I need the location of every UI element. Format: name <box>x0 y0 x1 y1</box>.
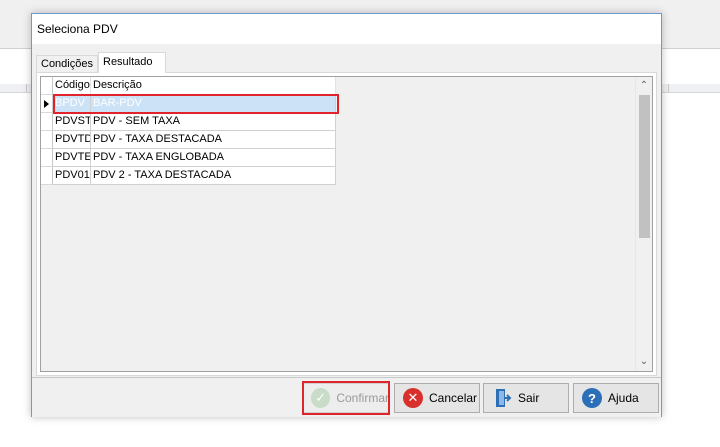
tab-page-resultado: Código Descrição BPDV BAR-PDV PDVST PDV … <box>36 72 657 376</box>
column-header-descricao[interactable]: Descrição <box>91 77 336 95</box>
dialog-titlebar: Seleciona PDV <box>32 14 661 44</box>
table-row[interactable]: PDVST PDV - SEM TAXA <box>41 113 336 131</box>
dialog-title: Seleciona PDV <box>37 22 118 36</box>
exit-button-label: Sair <box>518 391 540 405</box>
column-header-codigo[interactable]: Código <box>53 77 91 95</box>
results-grid: Código Descrição BPDV BAR-PDV PDVST PDV … <box>40 76 653 372</box>
cancel-button[interactable]: ✕ Cancelar <box>394 383 480 413</box>
cell-description[interactable]: PDV 2 - TAXA DESTACADA <box>91 167 336 185</box>
selected-row-highlight <box>53 94 339 114</box>
cell-code[interactable]: PDVTE <box>53 149 91 167</box>
selecionar-pdv-dialog: Seleciona PDV Condições Resultado Código… <box>31 13 662 417</box>
dialog-button-bar: ✓ Confirmar ✕ Cancelar Sair ? Ajuda <box>32 377 661 417</box>
row-indicator <box>41 149 53 167</box>
cell-code[interactable]: PDVTD <box>53 131 91 149</box>
cancel-button-label: Cancelar <box>429 391 478 405</box>
help-button-label: Ajuda <box>608 391 639 405</box>
help-button[interactable]: ? Ajuda <box>573 383 659 413</box>
cell-description[interactable]: PDV - TAXA DESTACADA <box>91 131 336 149</box>
help-question-icon: ? <box>582 388 602 408</box>
background-separator <box>668 84 669 92</box>
row-indicator <box>41 95 53 113</box>
row-indicator <box>41 167 53 185</box>
cell-description[interactable]: PDV - SEM TAXA <box>91 113 336 131</box>
cell-code[interactable]: PDV01 <box>53 167 91 185</box>
cell-description[interactable]: PDV - TAXA ENGLOBADA <box>91 149 336 167</box>
grid-header-row: Código Descrição <box>41 77 336 95</box>
tab-resultado[interactable]: Resultado <box>98 52 166 73</box>
scroll-up-icon[interactable]: ⌃ <box>636 78 652 94</box>
background-separator <box>26 84 27 92</box>
header-indicator-cell <box>41 77 53 95</box>
exit-button[interactable]: Sair <box>483 383 569 413</box>
scroll-down-icon[interactable]: ⌄ <box>636 354 652 370</box>
table-row[interactable]: PDV01 PDV 2 - TAXA DESTACADA <box>41 167 336 185</box>
row-indicator <box>41 131 53 149</box>
current-row-arrow-icon <box>44 100 49 108</box>
row-indicator <box>41 113 53 131</box>
cancel-x-icon: ✕ <box>403 388 423 408</box>
confirm-button-highlight <box>302 381 390 415</box>
exit-door-icon <box>492 387 512 409</box>
cell-code[interactable]: PDVST <box>53 113 91 131</box>
scrollbar-thumb[interactable] <box>639 95 650 238</box>
grid-vertical-scrollbar[interactable]: ⌃ ⌄ <box>635 77 652 371</box>
tab-condicoes[interactable]: Condições <box>36 55 98 72</box>
table-row[interactable]: PDVTD PDV - TAXA DESTACADA <box>41 131 336 149</box>
table-row[interactable]: PDVTE PDV - TAXA ENGLOBADA <box>41 149 336 167</box>
